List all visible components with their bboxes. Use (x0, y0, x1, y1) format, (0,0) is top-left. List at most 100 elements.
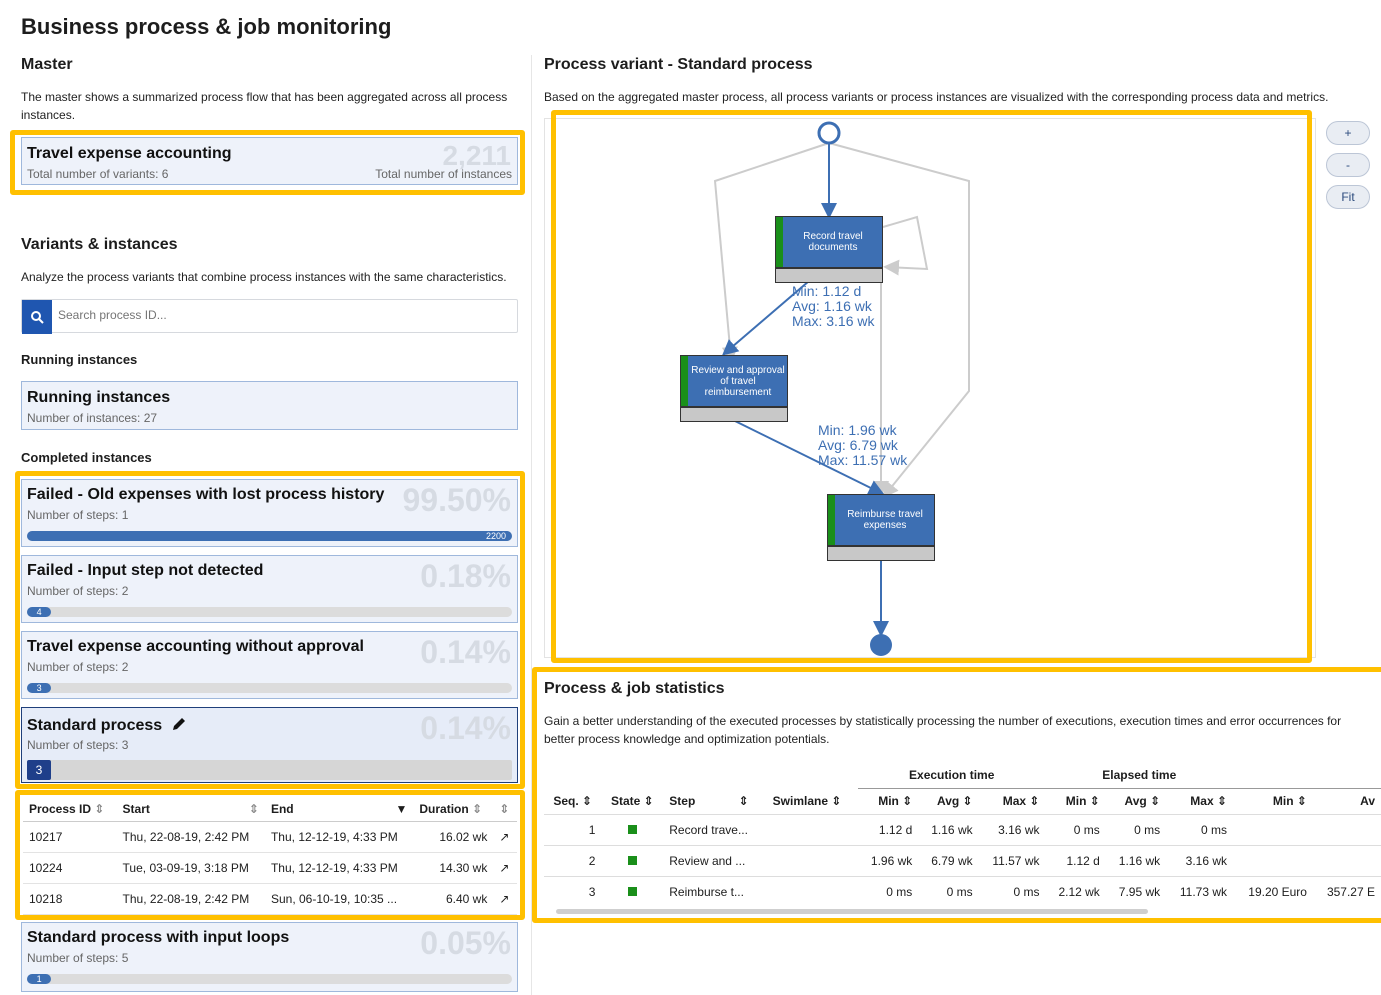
col-end[interactable]: End ▼ (264, 797, 414, 822)
col-elapsed-avg[interactable]: Avg ⇕ (1106, 788, 1166, 814)
edge-metrics: Min: 1.12 d Avg: 1.16 wk Max: 3.16 wk (792, 283, 875, 329)
col-elapsed-min[interactable]: Min ⇕ (1045, 788, 1105, 814)
variant-progress-bar: 3 (27, 760, 512, 780)
variant-bar-fill: 1 (27, 974, 52, 984)
column-divider (531, 55, 532, 995)
col-cost-avg[interactable]: Av (1313, 788, 1381, 814)
status-indicator (828, 495, 835, 545)
variant-steps: Number of steps: 2 (27, 584, 129, 598)
variant-title: Failed - Input step not detected (27, 562, 264, 579)
variant-card[interactable]: 0.05% Standard process with input loops … (21, 922, 518, 992)
master-card-title: Travel expense accounting (27, 145, 232, 162)
variant-description: Based on the aggregated master process, … (544, 90, 1329, 104)
status-indicator (681, 356, 688, 406)
variant-card[interactable]: 0.14% Travel expense accounting without … (21, 631, 518, 699)
running-card-sub: Number of instances: 27 (27, 411, 158, 425)
col-exec-max[interactable]: Max ⇕ (979, 788, 1046, 814)
variant-title: Standard process with input loops (27, 929, 290, 946)
variant-card[interactable]: 0.18% Failed - Input step not detected N… (21, 555, 518, 623)
running-heading: Running instances (21, 352, 138, 367)
group-elapsed-time: Elapsed time (1045, 762, 1234, 789)
process-flow-edges (713, 121, 970, 656)
zoom-out-button[interactable]: - (1326, 153, 1370, 177)
col-state[interactable]: State ⇕ (601, 788, 663, 814)
variant-percentage: 0.14% (420, 710, 511, 746)
variant-percentage: 0.18% (420, 558, 511, 594)
variant-title: Travel expense accounting without approv… (27, 638, 364, 655)
variant-progress-bar: 1 (27, 974, 512, 984)
variant-bar-fill: 3 (27, 683, 52, 693)
col-start[interactable]: Start ⇕ (116, 797, 265, 822)
variant-steps: Number of steps: 5 (27, 951, 129, 965)
table-row[interactable]: 1 Record trave... 1.12 d 1.16 wk 3.16 wk 0… (544, 813, 1381, 845)
col-step[interactable]: Step ⇕ (663, 788, 766, 814)
variant-percentage: 0.05% (420, 925, 511, 961)
horizontal-scrollbar[interactable] (556, 909, 1148, 914)
running-instances-card[interactable]: Running instances Number of instances: 2… (21, 381, 518, 430)
process-node[interactable]: Reimburse travel expenses (827, 494, 935, 561)
search-icon (31, 311, 44, 324)
search-box (21, 299, 518, 334)
variant-progress-bar: 2200 (27, 531, 512, 541)
col-elapsed-max[interactable]: Max ⇕ (1166, 788, 1233, 814)
master-description: The master shows a summarized process fl… (21, 90, 508, 122)
col-cost-min[interactable]: Min ⇕ (1233, 788, 1313, 814)
variant-title: Failed - Old expenses with lost process … (27, 486, 385, 503)
variant-bar-fill: 4 (27, 607, 52, 617)
variants-heading: Variants & instances (21, 236, 178, 253)
table-row[interactable]: 10217 Thu, 22-08-19, 2:42 PM Thu, 12-12-… (23, 821, 517, 853)
variant-steps: Number of steps: 1 (27, 508, 129, 522)
variant-title: Standard process (27, 717, 163, 734)
fit-button[interactable]: Fit (1326, 185, 1370, 209)
variant-card-selected[interactable]: 0.14% Standard process Number of steps: … (21, 707, 518, 783)
variant-bar-fill: 3 (27, 760, 51, 780)
col-duration[interactable]: Duration ⇕ (413, 797, 494, 822)
variant-progress-bar: 4 (27, 607, 512, 617)
col-actions: ⇕ (493, 797, 517, 822)
col-swimlane[interactable]: Swimlane ⇕ (767, 788, 858, 814)
variant-card[interactable]: 99.50% Failed - Old expenses with lost p… (21, 479, 518, 547)
variants-description: Analyze the process variants that combin… (21, 270, 507, 284)
open-external-icon[interactable]: ↗ (493, 883, 517, 915)
stats-table: Execution time Elapsed time Seq. ⇕ State… (544, 762, 1381, 907)
page-title: Business process & job monitoring (21, 14, 392, 39)
table-row[interactable]: 2 Review and ... 1.96 wk 6.79 wk 11.57 wk … (544, 844, 1381, 876)
table-row[interactable]: 10218 Thu, 22-08-19, 2:42 PM Sun, 06-10-… (23, 883, 517, 915)
variant-steps: Number of steps: 2 (27, 660, 129, 674)
variant-steps: Number of steps: 3 (27, 738, 129, 752)
group-execution-time: Execution time (857, 762, 1046, 789)
start-event-icon (817, 121, 841, 145)
search-button[interactable] (22, 300, 52, 334)
master-card[interactable]: 2,211 Travel expense accounting Total nu… (21, 137, 518, 185)
master-heading: Master (21, 56, 73, 73)
zoom-in-button[interactable]: + (1326, 121, 1370, 145)
instances-table: Process ID ⇕ Start ⇕ End ▼ Duration ⇕ ⇕ … (23, 797, 517, 915)
end-event-icon (870, 634, 892, 656)
variant-bar-fill: 2200 (27, 531, 512, 541)
completed-heading: Completed instances (21, 450, 152, 465)
variant-percentage: 99.50% (402, 482, 511, 518)
col-process-id[interactable]: Process ID ⇕ (23, 797, 117, 822)
stats-description: Gain a better understanding of the execu… (544, 714, 1342, 746)
variant-progress-bar: 3 (27, 683, 512, 693)
stats-heading: Process & job statistics (544, 680, 725, 697)
col-exec-avg[interactable]: Avg ⇕ (918, 788, 978, 814)
col-seq[interactable]: Seq. ⇕ (544, 788, 601, 814)
search-input[interactable] (58, 308, 498, 322)
open-external-icon[interactable]: ↗ (493, 821, 517, 853)
table-row[interactable]: 10224 Tue, 03-09-19, 3:18 PM Thu, 12-12-… (23, 852, 517, 884)
state-ok-icon (627, 886, 637, 896)
variant-percentage: 0.14% (420, 634, 511, 670)
pencil-icon[interactable] (171, 716, 187, 732)
total-instances-label: Total number of instances (375, 167, 512, 181)
running-card-title: Running instances (27, 389, 171, 406)
process-node[interactable]: Record travel documents (775, 216, 883, 283)
col-exec-min[interactable]: Min ⇕ (858, 788, 918, 814)
state-ok-icon (627, 855, 637, 865)
open-external-icon[interactable]: ↗ (493, 852, 517, 884)
process-node[interactable]: Review and approval of travel reimbursem… (680, 355, 788, 422)
state-ok-icon (627, 824, 637, 834)
edge-metrics: Min: 1.96 wk Avg: 6.79 wk Max: 11.57 wk (818, 422, 908, 468)
process-canvas[interactable]: Record travel documents Review and appro… (544, 118, 1316, 658)
table-row[interactable]: 3 Reimburse t... 0 ms 0 ms 0 ms 2.12 wk 7.9… (544, 875, 1381, 907)
